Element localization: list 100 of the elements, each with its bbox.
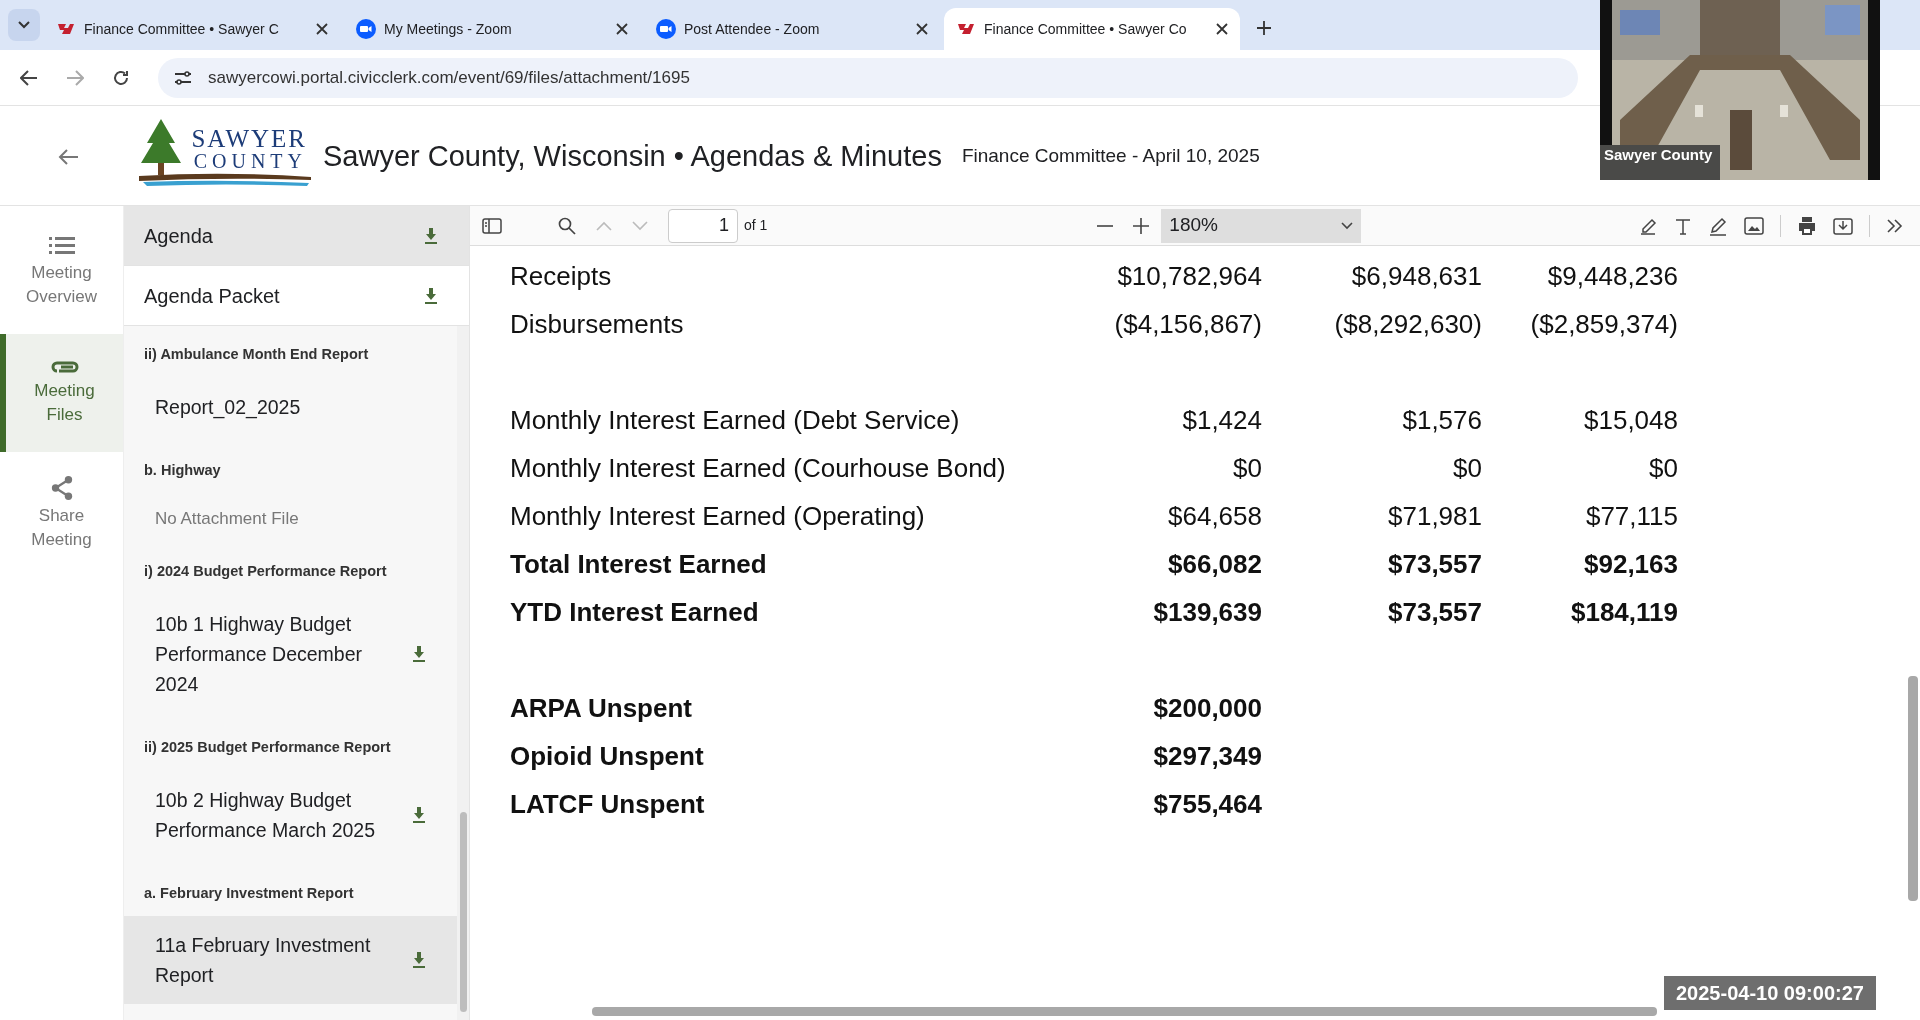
row-value: $200,000 [1152,691,1262,725]
logo-icon [56,22,76,36]
camera-icon [656,19,676,39]
sliders-icon[interactable] [174,70,192,85]
browser-tab[interactable]: Finance Committee • Sawyer Co [944,8,1240,50]
page-count: of 1 [744,216,768,235]
pencil-icon[interactable] [1708,215,1728,236]
zoom-in-icon[interactable] [1133,217,1150,234]
section-heading: ii) 2025 Budget Performance Report [144,737,392,757]
file-title: Agenda Packet [144,283,280,309]
file-row[interactable]: Agenda [124,206,469,266]
row-value: $184,119 [1570,595,1678,629]
row-value: $1,424 [1181,403,1262,437]
file-title: Report_02_2025 [155,394,302,421]
file-row[interactable]: 10b 2 Highway Budget Performance March 2025 [124,770,457,859]
nav-label: Meeting Overview [25,262,98,308]
row-value: $77,115 [1584,499,1678,533]
back-icon[interactable] [20,69,38,86]
file-title: 10b 2 Highway Budget Performance March 2025 [155,787,377,843]
row-value: $73,557 [1387,547,1482,581]
row-label: Monthly Interest Earned (Debt Service) [510,403,961,437]
nav-item[interactable]: Share Meeting [0,464,123,564]
row-label: Total Interest Earned [510,547,768,581]
site-title: Sawyer County, Wisconsin • Agendas & Minutes [323,138,942,174]
section-heading: i) 2024 Budget Performance Report [144,562,388,581]
row-label: Opioid Unspent [510,739,705,773]
chevron-down-icon [1341,221,1354,230]
nav-label: Share Meeting [30,505,93,551]
nav-label: Meeting Files [33,380,96,426]
row-label: ARPA Unspent [510,691,693,725]
download-icon[interactable] [411,951,427,970]
image-icon[interactable] [1744,216,1764,235]
row-value: $66,082 [1167,547,1262,581]
chevron-down-icon [18,21,30,29]
section-heading: b. Highway [144,460,222,480]
row-value: $755,464 [1152,787,1262,821]
section-heading: a. February Investment Report [144,883,355,903]
row-value: $0 [1452,451,1482,485]
list-icon [48,235,75,257]
section-heading: ii) Ambulance Month End Report [144,345,370,364]
browser-tab[interactable]: Post Attendee - Zoom [644,8,940,50]
row-value: $1,576 [1401,403,1482,437]
file-title: Agenda [144,223,213,249]
double-chevron-icon[interactable] [1886,217,1904,234]
logo-text: COUNTY [193,150,308,171]
row-value: $9,448,236 [1546,259,1678,293]
paperclip-icon [50,359,79,375]
scrollbar[interactable] [457,326,469,1020]
logo-icon [956,22,976,36]
search-icon[interactable] [558,216,576,235]
browser-tab[interactable]: My Meetings - Zoom [344,8,640,50]
timestamp: 2025-04-10 09:00:27 [1664,976,1876,1010]
tab-list-button[interactable] [8,9,40,41]
download-icon[interactable] [423,226,439,245]
download-icon[interactable] [411,805,427,824]
file-title: 10b 1 Highway Budget Performance December 2024 [155,611,363,697]
download-icon[interactable] [423,286,439,305]
url-text: sawyercowi.portal.civicclerk.com/event/69/files/attachment/1695 [208,66,690,89]
file-row[interactable]: Report_02_2025 [124,377,457,436]
row-value: ($4,156,867) [1113,307,1262,341]
zoom-select[interactable]: 180% [1161,208,1362,243]
row-value: $0 [1648,451,1678,485]
page-number-field[interactable]: 1 [668,208,738,243]
row-label: LATCF Unspent [510,787,706,821]
nav-item[interactable]: Meeting Files [0,334,123,452]
file-row[interactable]: 11a February Investment Report [124,916,457,1005]
meeting-title: Finance Committee - April 10, 2025 [961,144,1260,169]
row-value: $139,639 [1152,595,1262,629]
sidebar-toggle-icon[interactable] [482,217,502,234]
zoom-out-icon[interactable] [1097,224,1114,227]
row-value: $10,782,964 [1116,259,1262,293]
row-value: $64,658 [1167,499,1262,533]
row-value: $297,349 [1152,739,1262,773]
print-icon[interactable] [1797,215,1817,236]
row-value: $6,948,631 [1350,259,1482,293]
logo-text: SAWYER [191,126,308,151]
plus-icon[interactable] [1256,20,1272,36]
reload-icon[interactable] [112,68,130,87]
river-icon [139,172,311,187]
browser-tab[interactable]: Finance Committee • Sawyer C [44,8,340,50]
text-icon[interactable] [1674,216,1692,235]
row-value: $92,163 [1583,547,1678,581]
close-icon[interactable] [616,23,628,35]
close-icon[interactable] [316,23,328,35]
back-arrow-icon[interactable] [56,147,79,166]
close-icon[interactable] [916,23,928,35]
close-icon[interactable] [1216,23,1228,35]
address-field[interactable]: sawyercowi.portal.civicclerk.com/event/69/files/attachment/1695 [158,57,1578,98]
file-row[interactable]: 10b 1 Highway Budget Performance December 2024 [124,594,457,713]
row-label: Disbursements [510,307,685,341]
download-icon[interactable] [411,644,427,663]
row-label: Monthly Interest Earned (Operating) [510,499,926,533]
save-icon[interactable] [1833,215,1853,236]
tab-title: Finance Committee • Sawyer Co [984,19,1188,39]
tab-title: Finance Committee • Sawyer C [84,19,280,39]
video-caption: Sawyer County [1604,144,1713,165]
file-row[interactable]: Agenda Packet [124,266,469,326]
row-label: Monthly Interest Earned (Courhouse Bond) [510,451,1007,485]
tab-title: Post Attendee - Zoom [684,19,821,39]
nav-item[interactable]: Meeting Overview [0,222,123,322]
